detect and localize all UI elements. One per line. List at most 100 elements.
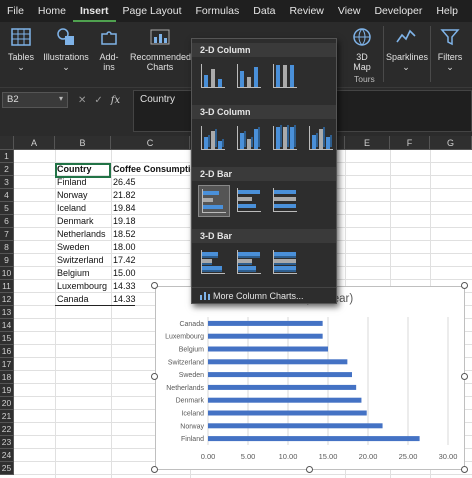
row-header[interactable]: 5 [0, 202, 14, 215]
menu-tab[interactable]: Insert [72, 0, 116, 22]
column-header[interactable]: F [390, 136, 430, 150]
3d-clustered-bar-icon[interactable] [198, 247, 230, 279]
bar[interactable] [208, 359, 348, 365]
3d-stacked-column-icon[interactable] [234, 123, 266, 155]
column-header[interactable]: A [14, 136, 55, 150]
row-header[interactable]: 12 [0, 293, 14, 306]
table-cell[interactable]: Switzerland [57, 254, 111, 267]
table-cell[interactable]: Denmark [57, 215, 111, 228]
row-header[interactable]: 1 [0, 150, 14, 163]
bar[interactable] [208, 436, 420, 442]
bar[interactable] [208, 346, 328, 352]
table-cell[interactable]: 18.52 [113, 228, 173, 241]
resize-handle-bottom[interactable] [306, 466, 313, 473]
table-cell[interactable]: 19.84 [113, 202, 173, 215]
row-header[interactable]: 7 [0, 228, 14, 241]
table-cell[interactable]: 26.45 [113, 176, 173, 189]
bar-chart[interactable]: Person per Year) 0.005.0010.0015.0020.00… [155, 286, 465, 470]
table-cell[interactable]: Norway [57, 189, 111, 202]
clustered-column-icon[interactable] [198, 61, 230, 93]
row-header[interactable]: 2 [0, 163, 14, 176]
bar[interactable] [208, 410, 367, 416]
tables-button[interactable]: Tables ⌄ [4, 22, 38, 88]
menu-tab[interactable]: Home [31, 0, 73, 22]
row-header[interactable]: 14 [0, 319, 14, 332]
row-header[interactable]: 22 [0, 423, 14, 436]
row-header[interactable]: 9 [0, 254, 14, 267]
3d-stacked-bar-icon[interactable] [234, 247, 266, 279]
menu-tab[interactable]: Formulas [189, 0, 247, 22]
3d-100-stacked-column-icon[interactable] [270, 123, 302, 155]
column-header[interactable]: C [111, 136, 190, 150]
menu-tab[interactable]: Help [429, 0, 465, 22]
table-cell[interactable]: Coffee Consumption [113, 163, 191, 176]
table-cell[interactable]: 17.42 [113, 254, 173, 267]
illustrations-button[interactable]: Illustrations ⌄ [42, 22, 90, 88]
table-cell[interactable]: 18.00 [113, 241, 173, 254]
bar[interactable] [208, 397, 362, 403]
row-header[interactable]: 23 [0, 436, 14, 449]
more-column-charts[interactable]: More Column Charts... [192, 287, 336, 303]
table-cell[interactable]: 21.82 [113, 189, 173, 202]
table-cell[interactable]: Luxembourg [57, 280, 111, 293]
menu-tab[interactable]: Acrobat [465, 0, 472, 22]
row-header[interactable]: 13 [0, 306, 14, 319]
column-header[interactable]: E [345, 136, 390, 150]
resize-handle-top-left[interactable] [151, 282, 158, 289]
recommended-charts-button[interactable]: Recommended Charts [130, 22, 191, 88]
row-header[interactable]: 20 [0, 397, 14, 410]
column-header[interactable]: B [55, 136, 111, 150]
3d-100-stacked-bar-icon[interactable] [270, 247, 302, 279]
row-header[interactable]: 6 [0, 215, 14, 228]
stacked-bar-icon[interactable] [234, 185, 266, 217]
resize-handle-top-right[interactable] [461, 282, 468, 289]
menu-tab[interactable]: Review [282, 0, 330, 22]
table-cell[interactable]: Sweden [57, 241, 111, 254]
row-header[interactable]: 16 [0, 345, 14, 358]
select-all-corner[interactable] [0, 136, 14, 150]
resize-handle-bottom-right[interactable] [461, 466, 468, 473]
row-header[interactable]: 10 [0, 267, 14, 280]
row-header[interactable]: 21 [0, 410, 14, 423]
row-header[interactable]: 8 [0, 241, 14, 254]
menu-tab[interactable]: Data [246, 0, 282, 22]
3d-clustered-column-icon[interactable] [198, 123, 230, 155]
addins-button[interactable]: Add-ins [94, 22, 124, 88]
table-cell[interactable]: Iceland [57, 202, 111, 215]
100-stacked-bar-icon[interactable] [270, 185, 302, 217]
table-cell[interactable]: Belgium [57, 267, 111, 280]
row-header[interactable]: 24 [0, 449, 14, 462]
name-box[interactable]: B2 ▾ [2, 92, 68, 108]
menu-tab[interactable]: File [0, 0, 31, 22]
chevron-down-icon[interactable]: ▾ [59, 94, 63, 103]
bar[interactable] [208, 384, 357, 390]
stacked-column-icon[interactable] [234, 61, 266, 93]
row-header[interactable]: 18 [0, 371, 14, 384]
bar[interactable] [208, 320, 323, 326]
table-cell[interactable]: Netherlands [57, 228, 111, 241]
table-cell[interactable]: 15.00 [113, 267, 173, 280]
bar[interactable] [208, 372, 352, 378]
bar[interactable] [208, 333, 323, 339]
resize-handle-left[interactable] [151, 373, 158, 380]
row-header[interactable]: 3 [0, 176, 14, 189]
row-header[interactable]: 15 [0, 332, 14, 345]
3d-column-icon[interactable] [306, 123, 338, 155]
resize-handle-bottom-left[interactable] [151, 466, 158, 473]
insert-function-icon[interactable]: fx [111, 95, 120, 106]
row-header[interactable]: 4 [0, 189, 14, 202]
cancel-icon[interactable]: ✕ [78, 95, 86, 106]
menu-tab[interactable]: View [331, 0, 368, 22]
bar[interactable] [208, 423, 383, 429]
row-header[interactable]: 11 [0, 280, 14, 293]
100-stacked-column-icon[interactable] [270, 61, 302, 93]
clustered-bar-icon[interactable] [198, 185, 230, 217]
resize-handle-right[interactable] [461, 373, 468, 380]
table-cell[interactable]: 19.18 [113, 215, 173, 228]
row-header[interactable]: 17 [0, 358, 14, 371]
menu-tab[interactable]: Page Layout [116, 0, 189, 22]
confirm-icon[interactable]: ✓ [94, 95, 102, 106]
filters-button[interactable]: Filters ⌄ [433, 22, 467, 88]
column-header[interactable]: G [430, 136, 472, 150]
menu-tab[interactable]: Developer [367, 0, 429, 22]
